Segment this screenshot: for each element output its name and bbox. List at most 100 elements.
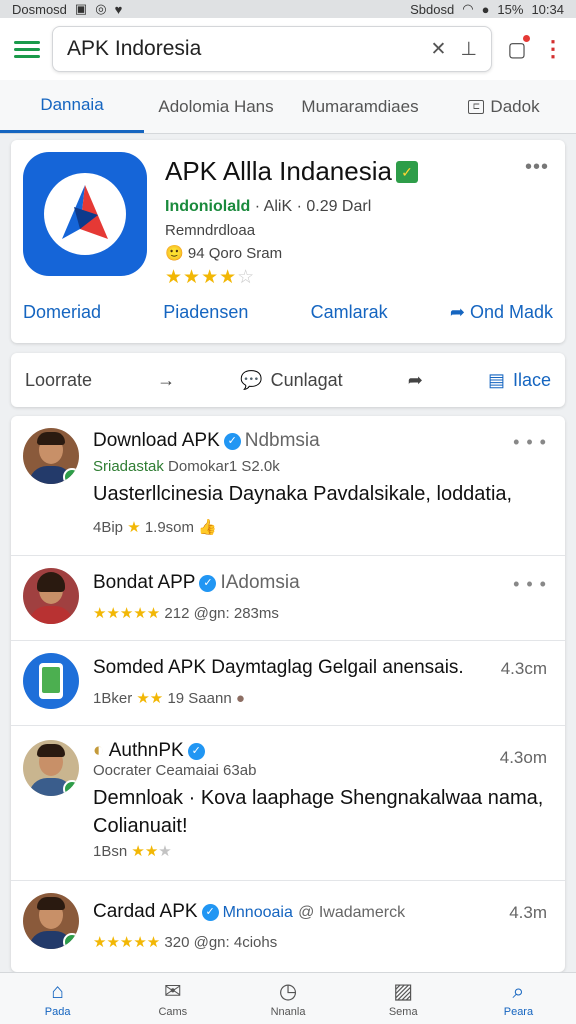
item-body: Uasterllcinesia Daynaka Pavdalsikale, lo…	[93, 483, 513, 505]
app-badge-icon: ✓	[395, 161, 418, 183]
avatar[interactable]	[23, 428, 79, 484]
list-item[interactable]: Somded APK Daymtaglag Gelgail anensais. …	[11, 641, 565, 726]
avatar[interactable]	[23, 568, 79, 624]
avatar[interactable]	[23, 893, 79, 949]
item-subtitle: IAdomsia	[220, 572, 300, 593]
app-users: 🙂 94 Qoro Sram	[165, 244, 282, 262]
nav-label: Pada	[44, 1005, 71, 1018]
like-icon[interactable]: 👍	[198, 519, 217, 536]
list-item[interactable]: ◐ AuthnPK ✓ 4.3om Oocrater Ceamaiai 63ab …	[11, 726, 565, 881]
menu-icon[interactable]	[14, 40, 40, 58]
notifications-icon[interactable]: ▢	[504, 34, 530, 62]
more-options-icon[interactable]: • • •	[513, 432, 547, 453]
document-icon: ▤	[487, 369, 505, 390]
tab-2[interactable]: Adolomia Hans	[144, 80, 288, 133]
review-list: Download APK ✓ Ndbmsia • • • Sriadastak Do…	[11, 416, 565, 972]
locate-button[interactable]: Loorrate	[25, 370, 92, 391]
search-box[interactable]: APK Indoresia ✕ ⊥	[52, 26, 492, 72]
item-name: AuthnPK	[108, 740, 184, 761]
forward-icon[interactable]: →	[157, 370, 175, 391]
item-time: 4.3cm	[500, 659, 547, 678]
featured-app-card[interactable]: APK Allla Indanesia ✓ ••• Indoniolald · A…	[11, 140, 565, 343]
search-icon: ⌕	[512, 979, 525, 1003]
list-item[interactable]: Cardad APK ✓ Mnnooaia @ Iwadamerck 4.3m ★★…	[11, 881, 565, 972]
search-input[interactable]: APK Indoresia	[67, 37, 417, 61]
comment-icon: 💬	[240, 369, 263, 390]
share-icon[interactable]: ➦	[408, 370, 423, 391]
comment-label: Cunlagat	[270, 369, 343, 390]
mic-icon[interactable]: ⊥	[460, 38, 477, 61]
home-icon: ⌂	[51, 979, 64, 1003]
item-handle: @ Iwadamerck	[298, 904, 406, 921]
item-time: 4.3m	[509, 903, 547, 922]
status-bar: Dosmosd ▣ ◎ ♥ Sbdosd ◠ ● 15% 10:34	[0, 0, 576, 18]
tab-label: Dannaia	[40, 95, 104, 114]
avatar[interactable]	[23, 740, 79, 796]
stars-off: ☆	[237, 267, 256, 288]
details-button[interactable]: Piadensen	[163, 302, 248, 323]
item-rating: ★★★★★ 320 @gn: 4ciohs	[93, 933, 277, 951]
more-options-icon[interactable]: • • •	[513, 574, 547, 595]
overflow-menu-icon[interactable]: ⋮	[542, 36, 564, 62]
tab-label: Adolomia Hans	[158, 96, 274, 116]
app-category: Remndrdloaa	[165, 222, 256, 239]
item-name: Bondat APP	[93, 572, 196, 593]
tab-bar: Dannaia Adolomia Hans Mumaramdiaes ⊏ Dado…	[0, 80, 576, 134]
developer-name[interactable]: Indoniolald	[165, 198, 250, 215]
app-icon[interactable]	[23, 653, 79, 709]
item-subtitle: Mnnooaia	[222, 904, 293, 921]
sync-icon: ◎	[95, 1, 107, 16]
item-time: 1.9som	[144, 519, 195, 536]
users-icon: 🙂	[165, 245, 184, 262]
list-item[interactable]: Download APK ✓ Ndbmsia • • • Sriadastak Do…	[11, 416, 565, 556]
tab-label: Dadok	[490, 96, 540, 116]
tab-3[interactable]: Mumaramdiaes	[288, 80, 432, 133]
heart-icon: ♥	[114, 1, 123, 17]
app-title: APK Allla Indanesia ✓	[165, 156, 418, 187]
item-name: Cardad APK	[93, 901, 198, 922]
item-body: Demnloak · Kova laaphage Shengnakalwaa n…	[93, 787, 544, 837]
item-stars: ★★★★★	[93, 605, 161, 622]
item-size: 1Bker	[93, 690, 133, 707]
review-button[interactable]: Camlarak	[311, 302, 388, 323]
save-button[interactable]: ▤ Ilace	[488, 370, 551, 391]
nav-history[interactable]: ◷ Nnanla	[230, 973, 345, 1024]
carrier-label: Dosmosd	[12, 1, 67, 17]
nav-label: Peara	[503, 1005, 534, 1018]
item-name: Download APK	[93, 430, 220, 451]
item-title: ◐ AuthnPK ✓	[93, 740, 209, 762]
share-icon: ➦	[449, 302, 465, 322]
location-icon: ●	[481, 1, 490, 17]
tab-label: Mumaramdiaes	[301, 96, 419, 116]
verified-icon: ✓	[201, 904, 219, 921]
list-item[interactable]: Bondat APP ✓ IAdomsia • • • ★★★★★ 212 @gn:…	[11, 556, 565, 641]
nav-label: Sema	[388, 1005, 418, 1018]
app-title-text: APK Allla Indanesia	[165, 156, 392, 186]
nav-mail[interactable]: ✉ Cams	[115, 973, 230, 1024]
item-stars: ★★	[136, 690, 164, 707]
download-button[interactable]: Domeriad	[23, 302, 101, 323]
item-time: 320 @gn: 4ciohs	[164, 934, 278, 951]
nav-search[interactable]: ⌕ Peara	[461, 973, 576, 1024]
item-time: 212 @gn: 283ms	[164, 605, 279, 622]
item-meta-line: Oocrater Ceamaiai 63ab	[93, 762, 257, 779]
share-button[interactable]: ➦ Ond Madk	[450, 302, 553, 323]
more-options-icon[interactable]: •••	[525, 156, 549, 179]
item-stars-off: ★	[158, 843, 172, 860]
pin-icon[interactable]: ●	[236, 690, 245, 707]
item-subtitle: Ndbmsia	[244, 430, 320, 451]
item-size: 1Bsn	[93, 843, 128, 860]
item-title: Somded APK Daymtaglag Gelgail anensais.	[93, 657, 464, 678]
clear-icon[interactable]: ✕	[431, 38, 447, 61]
comment-button[interactable]: 💬 Cunlagat	[240, 370, 342, 391]
item-rating: 1Bker ★★ 19 Saann ●	[93, 689, 245, 707]
tab-1[interactable]: Dannaia	[0, 80, 144, 133]
nav-home[interactable]: ⌂ Pada	[0, 973, 115, 1024]
clock-icon: ◷	[278, 979, 298, 1003]
tab-4[interactable]: ⊏ Dadok	[432, 80, 576, 133]
item-stars: ★★★★★	[93, 934, 161, 951]
box-icon: ⊏	[468, 99, 485, 114]
rating-stars: ★★★★☆	[165, 266, 255, 289]
nav-gallery[interactable]: ▨ Sema	[346, 973, 461, 1024]
share-label: Ond Madk	[469, 302, 553, 322]
